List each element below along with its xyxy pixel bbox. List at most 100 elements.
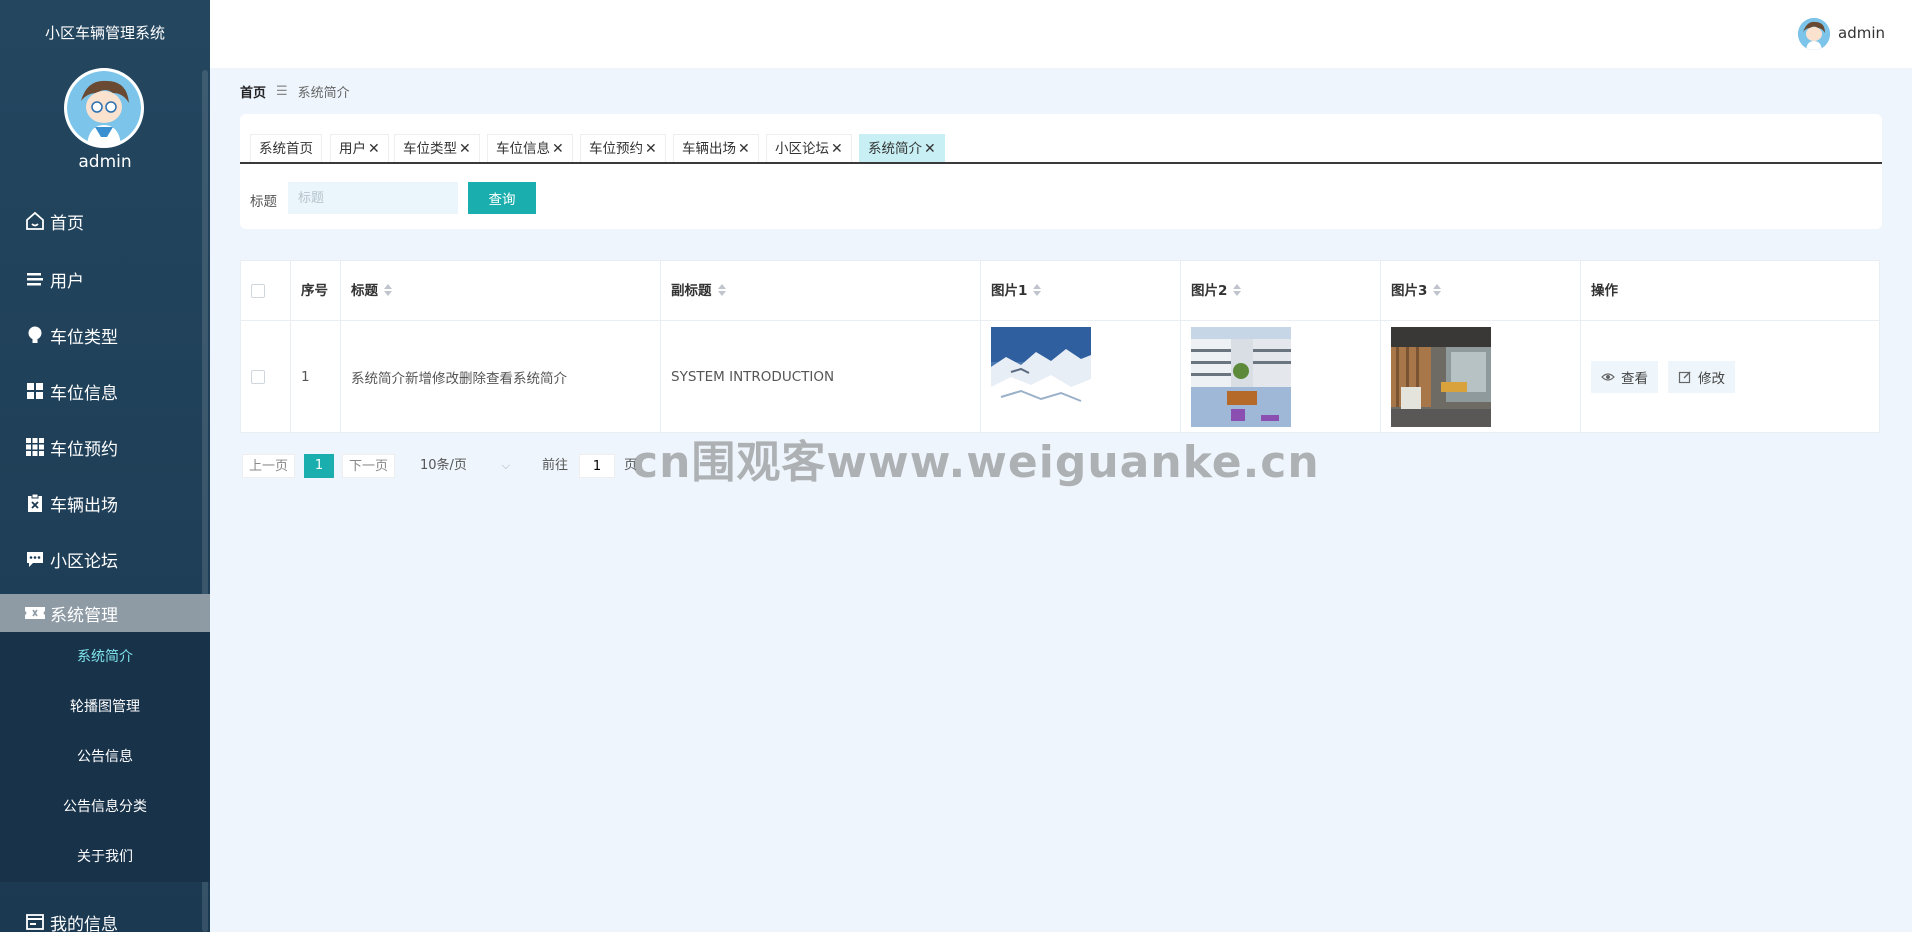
image2-thumbnail[interactable] [1191,327,1291,427]
row-checkbox-cell [241,321,291,433]
tabs-bar: 系统首页 用户 ✕ 车位类型 ✕ 车位信息 ✕ 车位预约 ✕ 车辆出场 ✕ 小区论坛 ✕ 系… [240,134,1882,164]
breadcrumb-home[interactable]: 首页 [240,82,266,101]
column-label: 标题 [351,283,378,299]
column-header-actions: 操作 [1581,261,1879,321]
watermark: cn围观客www.weiguanke.cn [632,437,1320,488]
tab-reservation[interactable]: 车位预约 ✕ [580,134,666,162]
title-search-input[interactable] [288,182,458,214]
sidebar-item-forum[interactable]: 小区论坛 [0,537,210,581]
tab-home[interactable]: 系统首页 [250,134,322,162]
tab-space-info[interactable]: 车位信息 ✕ [487,134,573,162]
breadcrumb-current: 系统简介 [297,86,350,101]
tab-label: 系统简介 [868,141,922,157]
column-header-image2[interactable]: 图片2 [1181,261,1381,321]
sidebar-item-label: 车位信息 [50,383,118,404]
chat-icon [24,548,46,570]
submenu-item-about[interactable]: 关于我们 [0,837,210,877]
view-label: 查看 [1621,371,1648,387]
sidebar-item-space-type[interactable]: 车位类型 [0,313,210,357]
sidebar-item-label: 我的信息 [50,914,118,932]
image1-thumbnail[interactable] [991,327,1091,427]
column-header-image1[interactable]: 图片1 [981,261,1181,321]
sidebar-item-reservation[interactable]: 车位预约 [0,425,210,469]
close-icon[interactable]: ✕ [924,141,936,157]
sidebar-item-my-info[interactable]: 我的信息 [0,900,210,932]
row-checkbox[interactable] [251,370,265,384]
top-header: admin [210,0,1912,68]
sidebar-item-vehicle-exit[interactable]: 车辆出场 [0,481,210,525]
page-number-1[interactable]: 1 [304,454,334,478]
column-label: 操作 [1591,283,1618,299]
edit-label: 修改 [1698,371,1725,387]
column-label: 图片1 [991,283,1028,299]
bulb-icon [24,324,46,346]
breadcrumb: 首页 ☰ 系统简介 [240,82,350,101]
app-title: 小区车辆管理系统 [44,24,165,42]
close-icon[interactable]: ✕ [738,141,750,157]
search-button[interactable]: 查询 [468,182,536,214]
tab-users[interactable]: 用户 ✕ [330,134,389,162]
goto-label: 前往 [542,458,569,473]
tab-forum[interactable]: 小区论坛 ✕ [766,134,852,162]
eye-icon [1601,373,1615,381]
sidebar-item-users[interactable]: 用户 [0,257,210,301]
page-size-select[interactable]: 10条/页 ⌵ [420,454,510,478]
tab-label: 用户 [339,141,366,157]
sidebar-item-system[interactable]: 系统管理 [0,594,210,632]
image3-thumbnail[interactable] [1391,327,1491,427]
header-avatar[interactable] [1798,18,1830,50]
tab-label: 车位预约 [589,141,643,157]
prev-page-button[interactable]: 上一页 [242,454,296,478]
grid-icon [24,380,46,402]
close-icon[interactable]: ✕ [368,141,380,157]
sidebar-item-space-info[interactable]: 车位信息 [0,369,210,413]
sort-icon[interactable] [1033,284,1042,296]
goto-page-input[interactable] [579,454,615,478]
sort-icon[interactable] [384,284,392,296]
sidebar-item-label: 用户 [50,271,84,292]
submenu-item-notice-category[interactable]: 公告信息分类 [0,787,210,827]
sort-icon[interactable] [717,284,726,296]
tab-label: 系统首页 [259,141,313,157]
tab-space-type[interactable]: 车位类型 ✕ [394,134,480,162]
column-header-subtitle[interactable]: 副标题 [661,261,981,321]
sidebar-username: admin [78,152,132,172]
card-icon [24,911,46,932]
view-button[interactable]: 查看 [1591,361,1658,393]
submenu-item-system-intro[interactable]: 系统简介 [0,637,210,677]
sidebar-item-label: 车位预约 [50,439,118,460]
column-label: 图片3 [1391,283,1428,299]
pagination: 上一页 1 下一页 10条/页 ⌵ 前往 页 [240,454,640,478]
search-label: 标题 [250,194,277,210]
sidebar-item-home[interactable]: 首页 [0,199,210,243]
sidebar-item-label: 车位类型 [50,327,118,348]
table-cell-actions: 查看 修改 [1581,321,1879,433]
sidebar-avatar [64,68,144,148]
column-label: 图片2 [1191,283,1228,299]
ticket-icon [24,602,46,624]
next-page-button[interactable]: 下一页 [342,454,396,478]
close-icon[interactable]: ✕ [831,141,843,157]
submenu-item-carousel[interactable]: 轮播图管理 [0,687,210,727]
table-cell-image1 [981,321,1181,433]
table-cell-title: 系统简介新增修改删除查看系统简介 [341,321,661,433]
table-cell-image3 [1381,321,1581,433]
list-icon [24,268,46,290]
tab-vehicle-exit[interactable]: 车辆出场 ✕ [673,134,759,162]
filter-card: 系统首页 用户 ✕ 车位类型 ✕ 车位信息 ✕ 车位预约 ✕ 车辆出场 ✕ 小区论坛 ✕ 系… [240,114,1882,229]
header-username[interactable]: admin [1838,24,1885,42]
sort-icon[interactable] [1233,284,1242,296]
tab-system-intro[interactable]: 系统简介 ✕ [859,134,945,162]
sort-icon[interactable] [1433,284,1442,296]
select-all-checkbox[interactable] [251,284,265,298]
tab-label: 车位类型 [403,141,457,157]
submenu-item-notice[interactable]: 公告信息 [0,737,210,777]
column-header-image3[interactable]: 图片3 [1381,261,1581,321]
close-icon[interactable]: ✕ [459,141,471,157]
edit-button[interactable]: 修改 [1668,361,1735,393]
data-table: 序号 标题 副标题 图片1 图片2 图片3 操作 1 系统简介新增修改删除查看系… [240,260,1880,433]
sidebar-item-label: 车辆出场 [50,495,118,516]
column-header-title[interactable]: 标题 [341,261,661,321]
close-icon[interactable]: ✕ [552,141,564,157]
close-icon[interactable]: ✕ [645,141,657,157]
